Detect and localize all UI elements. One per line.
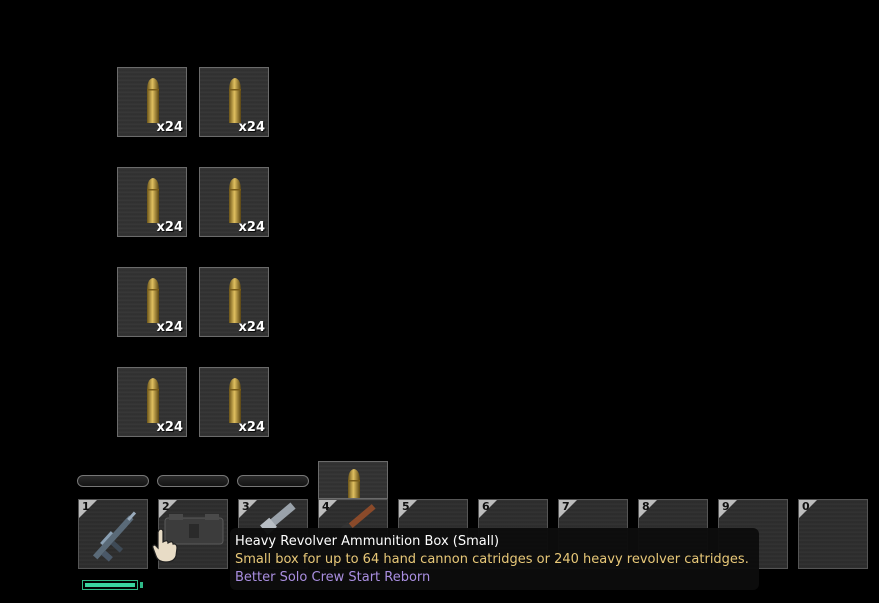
item-quantity: x24 bbox=[156, 220, 183, 235]
condition-bar-tip bbox=[140, 582, 143, 588]
hand-cursor-icon bbox=[152, 528, 178, 563]
container-slot-2[interactable]: x24 bbox=[199, 67, 269, 137]
hotbar-slot-1[interactable]: 1 bbox=[78, 499, 148, 569]
hotbar-key-label: 7 bbox=[562, 500, 570, 513]
rifle-icon bbox=[92, 511, 137, 562]
item-quantity: x24 bbox=[156, 120, 183, 135]
bullet-icon bbox=[348, 469, 360, 498]
bullet-icon bbox=[229, 278, 241, 323]
hotbar-key-label: 8 bbox=[642, 500, 650, 513]
container-slot-3[interactable]: x24 bbox=[117, 167, 187, 237]
hotbar-key-label: 5 bbox=[402, 500, 410, 513]
container-slot-7[interactable]: x24 bbox=[117, 367, 187, 437]
item-quantity: x24 bbox=[238, 220, 265, 235]
tooltip-mod-source: Better Solo Crew Start Reborn bbox=[235, 570, 431, 585]
equip-slot-pill-3[interactable] bbox=[237, 475, 309, 487]
container-slot-5[interactable]: x24 bbox=[117, 267, 187, 337]
container-slot-6[interactable]: x24 bbox=[199, 267, 269, 337]
bullet-icon bbox=[229, 178, 241, 223]
container-slot-4[interactable]: x24 bbox=[199, 167, 269, 237]
bullet-icon bbox=[229, 378, 241, 423]
equip-slot-pill-1[interactable] bbox=[77, 475, 149, 487]
bullet-icon bbox=[147, 278, 159, 323]
item-tooltip: Heavy Revolver Ammunition Box (Small) Sm… bbox=[230, 528, 759, 590]
condition-bar-fill bbox=[85, 583, 135, 587]
bullet-icon bbox=[229, 78, 241, 123]
item-quantity: x24 bbox=[238, 320, 265, 335]
item-quantity: x24 bbox=[238, 420, 265, 435]
equip-slot-pill-2[interactable] bbox=[157, 475, 229, 487]
condition-bar bbox=[82, 580, 138, 590]
tooltip-description: Small box for up to 64 hand cannon catri… bbox=[235, 552, 749, 567]
dragged-ammo-item[interactable] bbox=[318, 461, 388, 499]
bullet-icon bbox=[147, 178, 159, 223]
bullet-icon bbox=[147, 378, 159, 423]
container-slot-8[interactable]: x24 bbox=[199, 367, 269, 437]
item-quantity: x24 bbox=[156, 320, 183, 335]
hotbar-slot-0[interactable]: 0 bbox=[798, 499, 868, 569]
tooltip-title: Heavy Revolver Ammunition Box (Small) bbox=[235, 534, 500, 549]
item-quantity: x24 bbox=[238, 120, 265, 135]
hotbar-key-label: 6 bbox=[482, 500, 490, 513]
container-slot-1[interactable]: x24 bbox=[117, 67, 187, 137]
hotbar-key-label: 9 bbox=[722, 500, 730, 513]
item-quantity: x24 bbox=[156, 420, 183, 435]
hotbar-key-label: 0 bbox=[802, 500, 810, 513]
bullet-icon bbox=[147, 78, 159, 123]
